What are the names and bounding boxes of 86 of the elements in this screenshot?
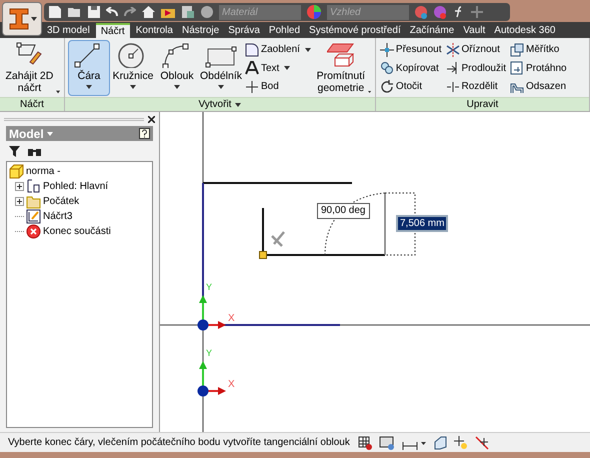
- undo-icon[interactable]: [106, 7, 118, 17]
- axis-label: X: [228, 314, 235, 324]
- ribbon-tab[interactable]: Nástroje: [178, 23, 222, 38]
- ribbon-button[interactable]: Promítnutí geometrie: [314, 40, 372, 96]
- endpoint-marker: [259, 251, 267, 259]
- ribbon-button[interactable]: Text: [245, 60, 311, 76]
- ribbon-button[interactable]: Oříznout: [446, 41, 506, 58]
- scale-icon: [510, 42, 524, 56]
- status-text: Vyberte konec čáry, vlečením počátečního bodu vytvoříte tangenciální oblouk: [8, 436, 350, 448]
- ribbon-button[interactable]: Zaoblení: [245, 41, 311, 58]
- axis-label: Y: [206, 349, 212, 358]
- move-icon: [380, 42, 394, 56]
- cube-icon: [9, 164, 24, 179]
- ribbon-button[interactable]: Otočit: [380, 78, 442, 95]
- ribbon-button[interactable]: Protáhno: [510, 60, 567, 76]
- redo-icon[interactable]: [124, 7, 136, 17]
- ribbon-button[interactable]: Oblouk: [156, 40, 198, 96]
- axis-label: X: [228, 380, 235, 390]
- copy-icon: [380, 61, 394, 75]
- ribbon-button[interactable]: Čára: [68, 40, 110, 96]
- trim-icon: [446, 42, 460, 56]
- origin-point: [198, 386, 208, 396]
- ribbon-tab[interactable]: Vault: [460, 23, 488, 38]
- ribbon-tab[interactable]: Náčrt: [96, 23, 130, 38]
- ribbon-button[interactable]: Měřítko: [510, 41, 567, 58]
- open-folder-icon[interactable]: [68, 6, 82, 18]
- ribbon-tab[interactable]: 3D model: [44, 23, 93, 38]
- tree-item[interactable]: norma -: [26, 164, 60, 179]
- ribbon-button[interactable]: Zahájit 2D náčrt: [3, 40, 61, 96]
- constraint-icon[interactable]: [474, 436, 489, 450]
- ribbon-tab[interactable]: Kontrola: [132, 23, 176, 38]
- stretch-icon: [510, 61, 524, 75]
- ribbon-button[interactable]: Obdélník: [200, 40, 242, 96]
- panel-label: Náčrt: [20, 98, 44, 110]
- close-icon[interactable]: [148, 116, 155, 122]
- ribbon-tab[interactable]: Začínáme: [406, 23, 458, 38]
- caret-icon: [46, 132, 53, 136]
- ribbon-button[interactable]: Odsazen: [510, 78, 567, 95]
- move-bulb-icon[interactable]: [454, 436, 468, 450]
- home-icon[interactable]: [142, 6, 155, 18]
- new-file-icon[interactable]: [48, 6, 62, 18]
- document-icon[interactable]: [181, 6, 195, 18]
- grid-icon[interactable]: [358, 436, 372, 450]
- logo-icon: [8, 7, 30, 31]
- filter-icon[interactable]: [9, 146, 20, 156]
- ribbon-button[interactable]: Kopírovat: [380, 60, 442, 76]
- rotate-icon: [380, 80, 394, 94]
- ribbon-tab[interactable]: Správa: [225, 23, 263, 38]
- plus-icon[interactable]: [471, 6, 483, 18]
- save-icon[interactable]: [88, 6, 100, 18]
- expand-icon[interactable]: [15, 197, 24, 206]
- dimension-label: 90,00 deg: [317, 203, 370, 219]
- ribbon-button[interactable]: Kružnice: [112, 40, 154, 96]
- construction-line: [384, 193, 386, 255]
- error-icon: [26, 224, 41, 239]
- origin-point: [198, 320, 208, 330]
- slice-icon[interactable]: [432, 436, 447, 450]
- panel-label[interactable]: Vytvořit: [198, 98, 232, 110]
- tree-item[interactable]: Počátek: [43, 194, 80, 209]
- application-menu-button[interactable]: [2, 2, 42, 36]
- sketch-canvas[interactable]: X Y X Y 90,00 deg 7,506 mm: [160, 112, 590, 432]
- display-icon[interactable]: [378, 436, 395, 450]
- view-icon: [26, 179, 41, 194]
- point-icon: [245, 80, 259, 94]
- tree-item[interactable]: Pohled: Hlavní: [43, 179, 108, 194]
- ribbon-tab[interactable]: Systémové prostředí: [306, 23, 404, 38]
- axis-label: Y: [206, 283, 212, 292]
- split-icon: [446, 80, 460, 94]
- sketch-icon: [26, 209, 41, 224]
- ribbon-button[interactable]: Prodloužit: [446, 60, 506, 76]
- panel-label: Upravit: [466, 98, 498, 110]
- dimension-input[interactable]: 7,506 mm: [396, 215, 448, 232]
- color-wheel-icon: [307, 5, 321, 19]
- fillet-icon: [245, 42, 259, 56]
- tree-item[interactable]: Náčrt3: [43, 209, 72, 224]
- ribbon-button[interactable]: Rozdělit: [446, 78, 506, 95]
- text-icon: [245, 61, 259, 75]
- appearance-icon[interactable]: [415, 6, 428, 18]
- ribbon-tab[interactable]: Autodesk 360: [491, 23, 558, 38]
- ribbon-tab[interactable]: Pohled: [266, 23, 304, 38]
- expand-icon[interactable]: [15, 182, 24, 191]
- help-icon[interactable]: [139, 128, 150, 139]
- ribbon-button[interactable]: Bod: [245, 78, 311, 95]
- tree-item[interactable]: Konec součásti: [43, 224, 111, 239]
- binoculars-icon[interactable]: [28, 146, 41, 156]
- ribbon-button[interactable]: Přesunout: [380, 41, 442, 58]
